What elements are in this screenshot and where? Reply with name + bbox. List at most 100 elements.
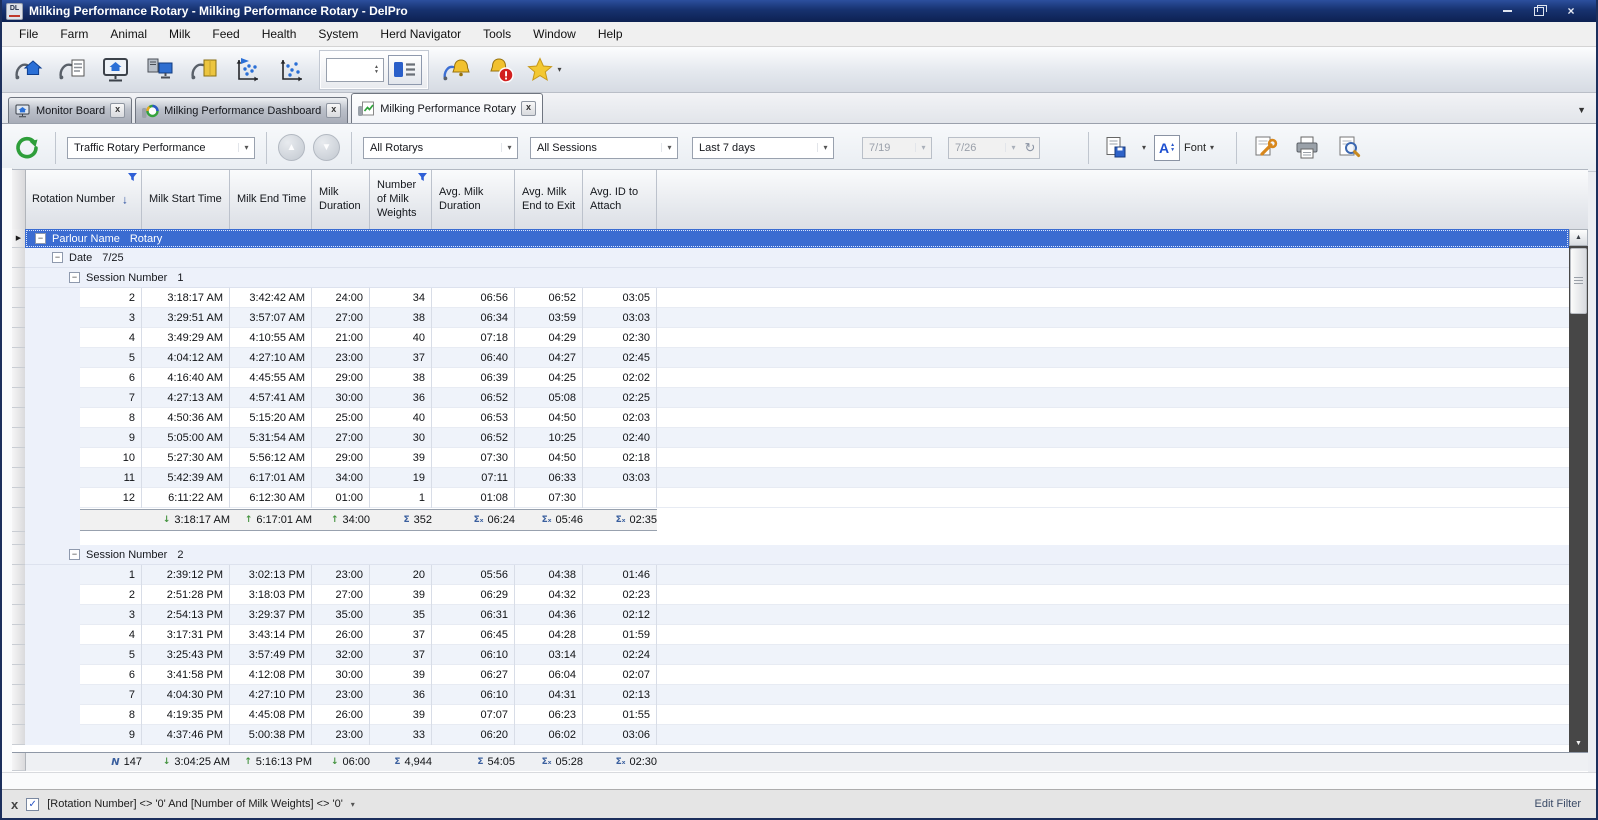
row-indicator[interactable]	[12, 705, 26, 725]
menu-item-health[interactable]: Health	[251, 24, 308, 44]
animal-card-icon[interactable]	[184, 51, 223, 89]
next-button[interactable]: ▼	[313, 134, 340, 161]
collapse-icon[interactable]: −	[69, 549, 80, 560]
print-button[interactable]	[1290, 131, 1324, 165]
tab-close-icon[interactable]: x	[521, 101, 536, 116]
table-row[interactable]: 94:37:46 PM5:00:38 PM23:003306:2006:0203…	[12, 725, 1588, 745]
column-header-avg-milk-duration[interactable]: Avg. Milk Duration	[432, 170, 515, 230]
table-row[interactable]: 74:27:13 AM4:57:41 AM30:003606:5205:0802…	[12, 388, 1588, 408]
scatter-chart-icon[interactable]	[272, 51, 311, 89]
vertical-scrollbar[interactable]: ▲ ▼	[1569, 229, 1588, 752]
table-row[interactable]: 43:49:29 AM4:10:55 AM21:004007:1804:2902…	[12, 328, 1588, 348]
tab-milking-performance-dashboard[interactable]: Milking Performance Dashboard x	[135, 97, 348, 123]
minimize-button[interactable]	[1496, 4, 1518, 18]
column-header-number-of-milk-weights[interactable]: Number of Milk Weights	[370, 170, 432, 230]
rotary-select[interactable]: All Rotarys ▾	[363, 137, 518, 159]
table-row[interactable]: 126:11:22 AM6:12:30 AM01:00101:0807:30	[12, 488, 1588, 508]
table-row[interactable]: 23:18:17 AM3:42:42 AM24:003406:5606:5203…	[12, 288, 1588, 308]
tab-monitor-board[interactable]: Monitor Board x	[8, 97, 132, 123]
close-button[interactable]: ×	[1560, 4, 1582, 18]
table-row[interactable]: 53:25:43 PM3:57:49 PM32:003706:1003:1402…	[12, 645, 1588, 665]
row-indicator[interactable]	[12, 388, 26, 408]
row-indicator[interactable]	[12, 288, 26, 308]
menu-item-milk[interactable]: Milk	[158, 24, 201, 44]
menu-item-tools[interactable]: Tools	[472, 24, 522, 44]
table-row[interactable]: 22:51:28 PM3:18:03 PM27:003906:2904:3202…	[12, 585, 1588, 605]
row-indicator[interactable]	[12, 268, 26, 288]
customize-report-button[interactable]	[1248, 131, 1282, 165]
edit-filter-link[interactable]: Edit Filter	[1535, 798, 1587, 810]
row-indicator[interactable]	[12, 248, 26, 268]
row-indicator[interactable]	[12, 532, 26, 545]
table-row[interactable]: 84:50:36 AM5:15:20 AM25:004006:5304:5002…	[12, 408, 1588, 428]
group-row[interactable]: −Session Number1	[12, 268, 1588, 288]
selected-row-arrow-icon[interactable]: ▶	[12, 229, 26, 248]
table-row[interactable]: 32:54:13 PM3:29:37 PM35:003506:3104:3602…	[12, 605, 1588, 625]
column-header-avg-id-to-attach[interactable]: Avg. ID to Attach	[583, 170, 657, 230]
row-indicator[interactable]	[12, 625, 26, 645]
row-indicator[interactable]	[12, 428, 26, 448]
save-options-caret-icon[interactable]: ▾	[1142, 143, 1146, 152]
collapse-icon[interactable]: −	[52, 252, 63, 263]
table-row[interactable]: 115:42:39 AM6:17:01 AM34:001907:1106:330…	[12, 468, 1588, 488]
column-header-milk-end-time[interactable]: Milk End Time	[230, 170, 312, 230]
table-row[interactable]: 33:29:51 AM3:57:07 AM27:003806:3403:5903…	[12, 308, 1588, 328]
column-header-rotation-number[interactable]: Rotation Number ↓	[25, 170, 142, 230]
filter-history-caret-icon[interactable]: ▾	[351, 800, 355, 809]
spinner-arrows-icon[interactable]: ▲▼	[371, 60, 382, 80]
rotation-number-spinner[interactable]: ▲▼	[326, 58, 384, 82]
table-row[interactable]: 43:17:31 PM3:43:14 PM26:003706:4504:2801…	[12, 625, 1588, 645]
column-header-avg-milk-end-to-exit[interactable]: Avg. Milk End to Exit	[515, 170, 583, 230]
computer-terminal-icon[interactable]	[140, 51, 179, 89]
row-indicator[interactable]	[12, 585, 26, 605]
menu-item-farm[interactable]: Farm	[49, 24, 99, 44]
filter-funnel-icon[interactable]	[417, 172, 428, 182]
row-indicator[interactable]	[12, 605, 26, 625]
scroll-up-icon[interactable]: ▲	[1569, 229, 1588, 246]
menu-item-feed[interactable]: Feed	[201, 24, 250, 44]
row-indicator[interactable]	[12, 368, 26, 388]
restore-button[interactable]	[1528, 4, 1550, 18]
font-button[interactable]: A▲▼ Font ▾	[1154, 135, 1214, 161]
tab-close-icon[interactable]: x	[110, 103, 125, 118]
table-row[interactable]: 63:41:58 PM4:12:08 PM30:003906:2706:0402…	[12, 665, 1588, 685]
menu-item-animal[interactable]: Animal	[99, 24, 158, 44]
row-indicator[interactable]	[12, 565, 26, 585]
row-indicator[interactable]	[12, 348, 26, 368]
favorites-caret-icon[interactable]: ▾	[557, 65, 561, 74]
row-indicator[interactable]	[12, 665, 26, 685]
monitor-home-icon[interactable]	[96, 51, 135, 89]
row-indicator[interactable]	[12, 328, 26, 348]
tab-milking-performance-rotary[interactable]: Milking Performance Rotary x	[351, 93, 543, 123]
menu-item-window[interactable]: Window	[522, 24, 587, 44]
row-indicator[interactable]	[12, 685, 26, 705]
period-select[interactable]: Last 7 days ▾	[692, 137, 834, 159]
row-indicator[interactable]	[12, 725, 26, 745]
save-button[interactable]	[1100, 131, 1134, 165]
row-indicator[interactable]	[12, 308, 26, 328]
table-row[interactable]: 95:05:00 AM5:31:54 AM27:003006:5210:2502…	[12, 428, 1588, 448]
scroll-down-icon[interactable]: ▼	[1569, 735, 1588, 752]
table-row[interactable]: 74:04:30 PM4:27:10 PM23:003606:1004:3102…	[12, 685, 1588, 705]
table-row[interactable]: 12:39:12 PM3:02:13 PM23:002005:5604:3801…	[12, 565, 1588, 585]
session-select[interactable]: All Sessions ▾	[530, 137, 678, 159]
column-header-milk-start-time[interactable]: Milk Start Time	[142, 170, 230, 230]
table-row[interactable]: 105:27:30 AM5:56:12 AM29:003907:3004:500…	[12, 448, 1588, 468]
row-indicator[interactable]	[12, 545, 26, 565]
print-preview-button[interactable]	[1332, 131, 1366, 165]
group-row[interactable]: −Date7/25	[12, 248, 1588, 268]
group-row[interactable]: ▶−Parlour NameRotary	[12, 229, 1588, 248]
table-row[interactable]: 84:19:35 PM4:45:08 PM26:003907:0706:2301…	[12, 705, 1588, 725]
tab-close-icon[interactable]: x	[326, 103, 341, 118]
menu-item-herd-navigator[interactable]: Herd Navigator	[369, 24, 472, 44]
row-indicator[interactable]	[12, 488, 26, 508]
tab-list-chevron-icon[interactable]: ▼	[1577, 105, 1586, 115]
menu-item-file[interactable]: File	[8, 24, 49, 44]
row-indicator[interactable]	[12, 508, 26, 532]
alarm-error-icon[interactable]	[481, 51, 520, 89]
menu-item-help[interactable]: Help	[587, 24, 634, 44]
menu-item-system[interactable]: System	[307, 24, 369, 44]
report-type-select[interactable]: Traffic Rotary Performance ▾	[67, 137, 255, 159]
row-indicator[interactable]	[12, 448, 26, 468]
collapse-icon[interactable]: −	[69, 272, 80, 283]
